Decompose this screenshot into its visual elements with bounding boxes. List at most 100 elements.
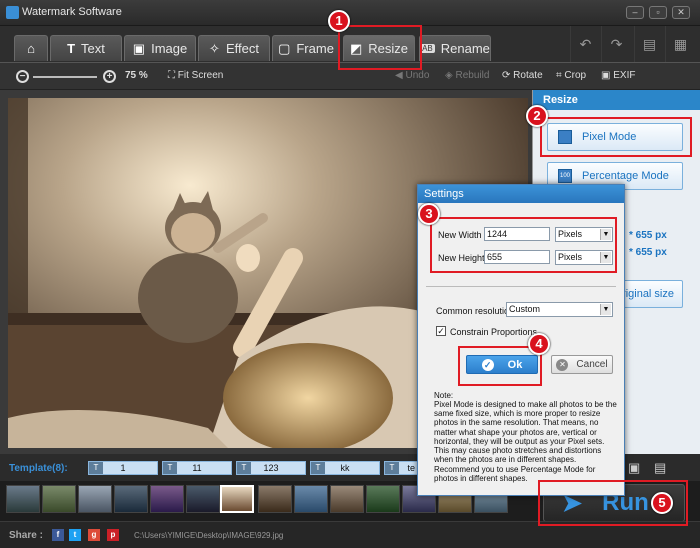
callout-number-5: 5 [651, 492, 673, 514]
rebuild-label: Rebuild [455, 70, 490, 81]
tab-frame-label: Frame [296, 41, 334, 56]
zoom-in-icon[interactable]: + [103, 70, 116, 83]
constrain-proportions-checkbox[interactable]: ✓ [436, 326, 446, 336]
fit-screen-label: Fit Screen [177, 70, 224, 81]
callout-number-3: 3 [418, 203, 440, 225]
zoom-level: 75 % [125, 70, 148, 81]
template-item-label: 11 [192, 463, 202, 473]
google-plus-icon[interactable]: g [88, 529, 100, 541]
thumbnail[interactable] [330, 485, 364, 513]
info-button[interactable]: ▦ [665, 26, 695, 62]
thumbnail-selected[interactable] [220, 485, 254, 513]
original-size-label: riginal size [622, 288, 674, 300]
rebuild-icon: ◈ [445, 70, 456, 81]
callout-number-4: 4 [528, 333, 550, 355]
callout-box-ok [458, 346, 542, 386]
close-button[interactable]: ✕ [672, 6, 690, 19]
tab-text[interactable]: T Text [50, 35, 122, 61]
template-item[interactable]: Tkk [310, 461, 380, 475]
dialog-title: Settings [418, 185, 624, 203]
template-list-icon[interactable]: ▤ [654, 460, 666, 476]
undo-arrow-icon: ◀ [395, 70, 406, 81]
thumbnail[interactable] [366, 485, 400, 513]
tab-effect-label: Effect [225, 41, 259, 56]
thumbnail[interactable] [294, 485, 328, 513]
tab-image[interactable]: ▣ Image [124, 35, 196, 61]
cancel-label: Cancel [576, 359, 608, 370]
thumbnail[interactable] [150, 485, 184, 513]
panel-header: Resize [533, 90, 700, 110]
tab-rename[interactable]: AB Rename [419, 35, 491, 61]
fit-screen-button[interactable]: ⛶ Fit Screen [168, 70, 223, 81]
common-resolution-select[interactable]: Custom ▼ [506, 302, 613, 317]
template-item[interactable]: Tte [384, 461, 418, 475]
redo-history-button[interactable]: ↷ [601, 26, 631, 62]
exif-icon: ▣ [601, 70, 614, 81]
app-icon [6, 6, 19, 19]
tab-frame[interactable]: ▢ Frame [272, 35, 340, 61]
twitter-icon[interactable]: t [69, 529, 81, 541]
thumbnail[interactable] [6, 485, 40, 513]
template-item[interactable]: T 11 [162, 461, 232, 475]
image-icon: ▣ [132, 40, 146, 56]
exif-button[interactable]: ▣ EXIF [601, 70, 635, 81]
current-height: * 655 px [629, 247, 667, 258]
undo-icon: ↶ [579, 35, 592, 52]
effect-icon: ✧ [209, 40, 220, 56]
undo-button[interactable]: ◀ Undo [395, 70, 429, 81]
chat-button[interactable]: ▤ [634, 26, 664, 62]
cancel-button[interactable]: ✕ Cancel [551, 355, 613, 374]
redo-icon: ↷ [610, 35, 623, 52]
percentage-mode-label: Percentage Mode [582, 170, 669, 182]
window-title: Watermark Software [22, 6, 122, 18]
thumbnail[interactable] [186, 485, 220, 513]
tab-rename-label: Rename [440, 41, 490, 56]
zoom-out-icon[interactable]: − [16, 70, 29, 83]
save-template-icon[interactable]: ▣ [628, 460, 640, 476]
pinterest-icon[interactable]: p [107, 529, 119, 541]
thumbnail[interactable] [42, 485, 76, 513]
tab-home[interactable]: ⌂ [14, 35, 48, 61]
percentage-mode-icon: 100 [558, 169, 572, 183]
current-width: * 655 px [629, 230, 667, 241]
zoom-slider[interactable] [33, 76, 97, 78]
callout-box-resize [338, 25, 422, 70]
callout-number-2: 2 [526, 105, 548, 127]
file-path: C:\Users\YIMIGE\Desktop\IMAGE\929.jpg [134, 531, 284, 540]
template-item[interactable]: T1 [88, 461, 158, 475]
template-text-icon: T [311, 462, 325, 474]
template-text-icon: T [89, 462, 103, 474]
title-bar: Watermark Software – ▫ ✕ [0, 0, 700, 26]
thumbnail[interactable] [114, 485, 148, 513]
crop-label: Crop [564, 70, 587, 81]
constrain-proportions-label: Constrain Proportions [450, 327, 538, 337]
note-title: Note: [434, 391, 454, 400]
template-item-label: 123 [263, 463, 279, 473]
rename-icon: AB [420, 44, 435, 53]
share-label: Share : [9, 530, 43, 541]
fit-screen-icon: ⛶ [168, 70, 178, 81]
thumbnail[interactable] [78, 485, 112, 513]
exif-label: EXIF [613, 70, 636, 81]
callout-box-dimensions [430, 217, 617, 273]
crop-button[interactable]: ⌗ Crop [556, 70, 586, 81]
tab-text-label: Text [81, 41, 105, 56]
facebook-icon[interactable]: f [52, 529, 64, 541]
rebuild-button[interactable]: ◈ Rebuild [445, 70, 489, 81]
thumbnail[interactable] [258, 485, 292, 513]
template-item-label: kk [340, 463, 350, 473]
template-text-icon: T [163, 462, 177, 474]
template-item-label: 1 [120, 463, 126, 473]
minimize-button[interactable]: – [626, 6, 644, 19]
template-count-label: Template(8): [9, 463, 68, 474]
rotate-button[interactable]: ⟳ Rotate [502, 70, 543, 81]
callout-box-pixel-mode [540, 117, 692, 157]
document-icon: ▦ [673, 35, 688, 52]
template-item[interactable]: T 123 [236, 461, 306, 475]
maximize-button[interactable]: ▫ [649, 6, 667, 19]
tab-effect[interactable]: ✧ Effect [198, 35, 270, 61]
undo-history-button[interactable]: ↶ [570, 26, 600, 62]
note-body: Pixel Mode is designed to make all photo… [434, 400, 617, 465]
rotate-icon: ⟳ [502, 70, 514, 81]
divider [426, 286, 616, 287]
